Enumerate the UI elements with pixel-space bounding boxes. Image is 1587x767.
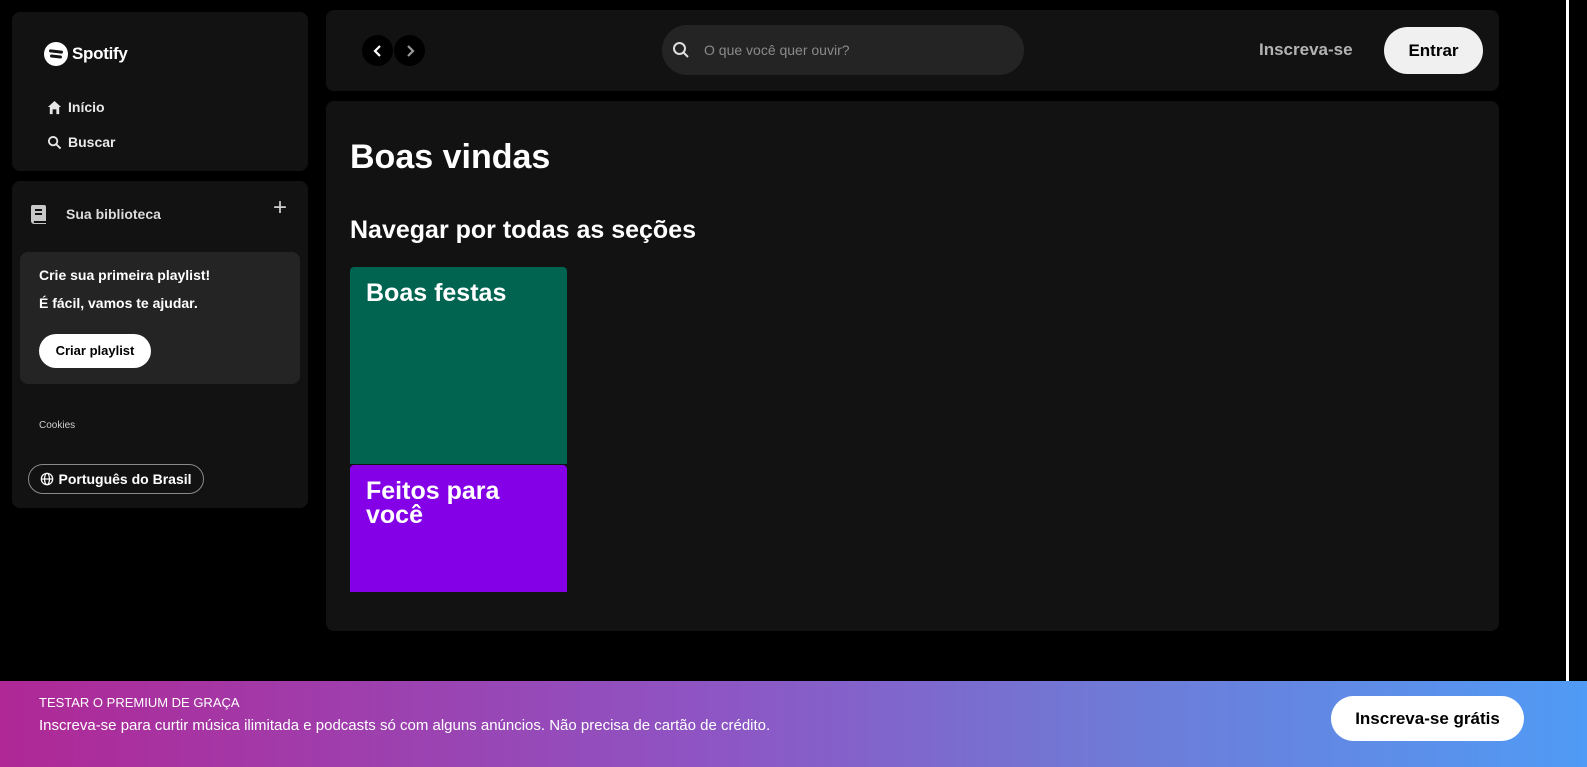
top-bar: Inscreva-se Entrar: [326, 10, 1499, 91]
scrollbar-thumb[interactable]: [1566, 0, 1569, 681]
banner-kicker: TESTAR O PREMIUM DE GRAÇA: [39, 695, 240, 710]
language-button[interactable]: Português do Brasil: [28, 464, 204, 494]
page-title: Boas vindas: [350, 138, 551, 176]
search-bar[interactable]: [662, 25, 1024, 75]
nav-item-home[interactable]: Início: [47, 99, 105, 115]
create-playlist-plus-icon[interactable]: +: [268, 196, 292, 221]
banner-description: Inscreva-se para curtir música ilimitada…: [39, 717, 771, 734]
page-scrollbar[interactable]: [1565, 0, 1587, 681]
back-button[interactable]: [362, 35, 393, 66]
create-playlist-card: Crie sua primeira playlist! É fácil, vam…: [20, 252, 300, 384]
language-label: Português do Brasil: [58, 471, 192, 487]
category-card-boas-festas[interactable]: Boas festas: [350, 267, 567, 464]
library-book-icon: [30, 205, 46, 224]
sidebar-nav-panel: Spotify Início Buscar: [12, 12, 308, 171]
search-icon: [47, 135, 62, 149]
signup-free-button[interactable]: Inscreva-se grátis: [1331, 696, 1524, 741]
search-input[interactable]: [702, 41, 1006, 59]
nav-item-search[interactable]: Buscar: [47, 134, 115, 150]
section-title: Navegar por todas as seções: [350, 216, 696, 244]
main-content: Boas vindas Navegar por todas as seções …: [326, 101, 1499, 631]
logo-text: Spotify: [72, 44, 128, 63]
spotify-logo-icon: [44, 42, 68, 66]
forward-button[interactable]: [394, 35, 425, 66]
premium-banner[interactable]: TESTAR O PREMIUM DE GRAÇA Inscreva-se pa…: [0, 681, 1587, 767]
search-icon: [673, 42, 689, 58]
category-card-feitos-para-voce[interactable]: Feitos para você: [350, 465, 567, 592]
nav-home-label: Início: [68, 99, 105, 115]
category-card-label: Boas festas: [366, 279, 507, 307]
spotify-logo[interactable]: Spotify: [44, 42, 128, 66]
home-icon: [47, 100, 62, 114]
library-title: Sua biblioteca: [66, 206, 161, 222]
signup-link[interactable]: Inscreva-se: [1259, 40, 1353, 60]
globe-icon: [41, 472, 54, 486]
chevron-left-icon: [372, 44, 381, 57]
promo-subtitle: É fácil, vamos te ajudar.: [39, 295, 198, 311]
nav-search-label: Buscar: [68, 134, 116, 150]
category-card-label: Feitos para você: [366, 477, 500, 529]
cookies-link[interactable]: Cookies: [39, 420, 75, 431]
library-panel: Sua biblioteca + Crie sua primeira playl…: [12, 181, 308, 508]
chevron-right-icon: [406, 44, 415, 57]
library-header[interactable]: Sua biblioteca: [28, 203, 161, 225]
create-playlist-button[interactable]: Criar playlist: [39, 334, 151, 368]
login-button[interactable]: Entrar: [1384, 27, 1483, 74]
promo-title: Crie sua primeira playlist!: [39, 267, 211, 283]
